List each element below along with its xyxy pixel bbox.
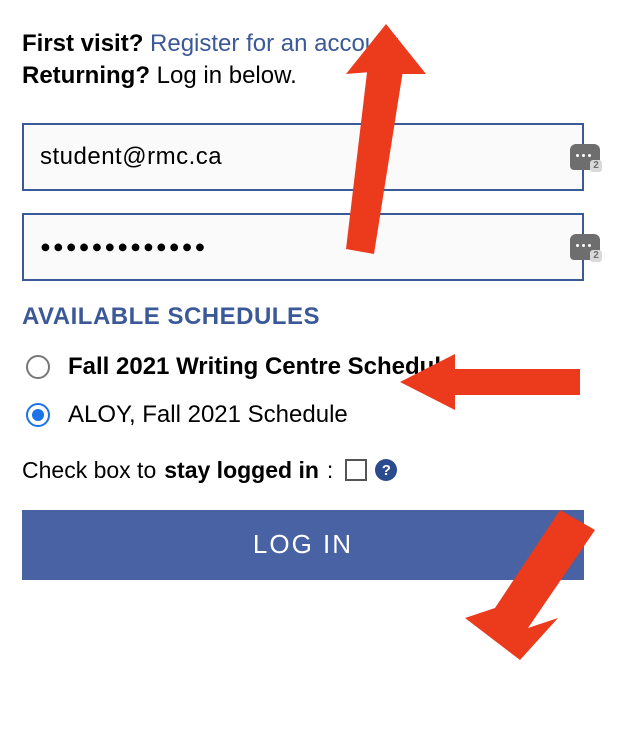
email-field-wrap: 2 (22, 123, 612, 191)
period: . (398, 30, 405, 57)
stay-bold: stay logged in (164, 457, 319, 484)
schedule-option-0[interactable]: Fall 2021 Writing Centre Schedule (26, 353, 612, 381)
password-field-wrap: ●●●●●●●●●●●●● 2 (22, 213, 612, 281)
schedule-option-label: ALOY, Fall 2021 Schedule (68, 401, 348, 429)
schedule-option-label: Fall 2021 Writing Centre Schedule (68, 353, 454, 381)
stay-logged-in-row: Check box to stay logged in: ? (22, 457, 612, 484)
autofill-icon[interactable]: 2 (570, 144, 600, 170)
returning-text: Log in below. (157, 62, 297, 89)
available-schedules-heading: AVAILABLE SCHEDULES (22, 303, 612, 331)
radio-icon[interactable] (26, 355, 50, 379)
autofill-icon[interactable]: 2 (570, 234, 600, 260)
help-icon[interactable]: ? (375, 459, 397, 481)
first-visit-label: First visit? (22, 30, 143, 57)
returning-label: Returning? (22, 62, 150, 89)
email-field[interactable] (22, 123, 584, 191)
intro-text: First visit? Register for an account. Re… (22, 28, 612, 93)
stay-logged-in-checkbox[interactable] (345, 459, 367, 481)
login-button[interactable]: LOG IN (22, 510, 584, 580)
radio-icon[interactable] (26, 403, 50, 427)
stay-suffix: : (327, 457, 333, 484)
stay-prefix: Check box to (22, 457, 156, 484)
schedule-option-1[interactable]: ALOY, Fall 2021 Schedule (26, 401, 612, 429)
password-field[interactable] (22, 213, 584, 281)
register-link[interactable]: Register for an account (150, 30, 398, 57)
